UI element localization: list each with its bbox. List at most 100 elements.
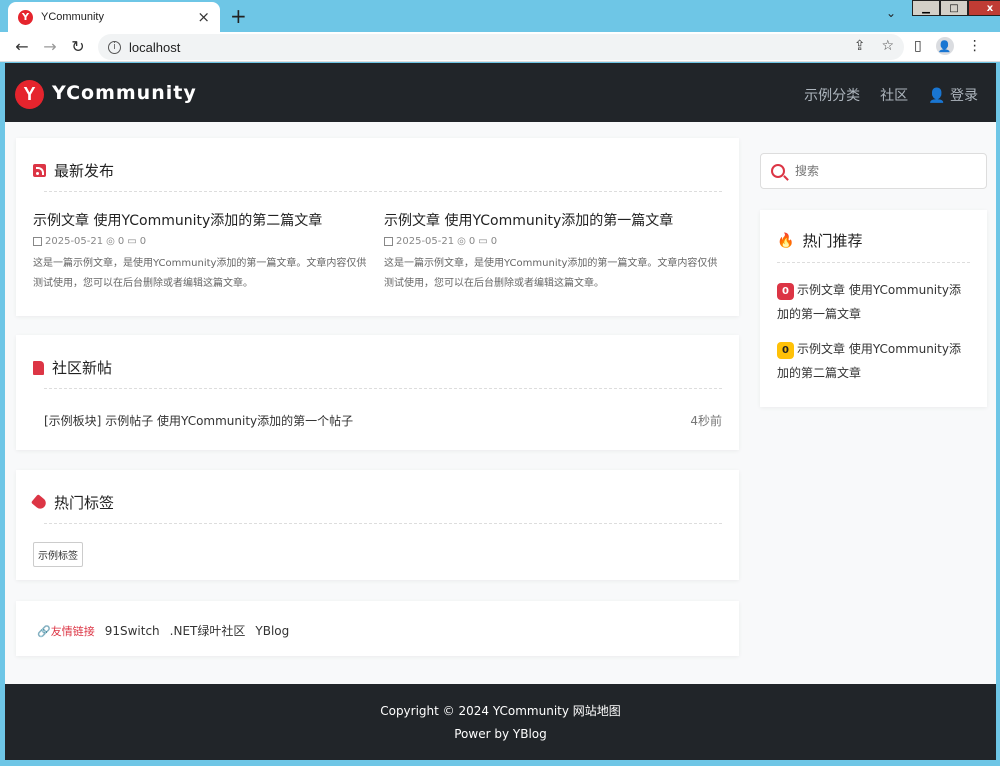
hot-title: 🔥 热门推荐 <box>777 230 862 251</box>
tags-title: 热门标签 <box>30 492 115 513</box>
article-item[interactable]: 示例文章 使用YCommunity添加的第一篇文章 2025-05-21 ◎ 0… <box>384 210 724 294</box>
links-label: 🔗友情链接 <box>37 623 95 639</box>
divider <box>44 523 722 524</box>
tab-title: YCommunity <box>41 11 104 23</box>
hot-item-title[interactable]: 示例文章 使用YCommunity添加的第二篇文章 <box>777 342 961 380</box>
article-desc: 这是一篇示例文章，是使用YCommunity添加的第一篇文章。文章内容仅供测试使… <box>33 258 367 289</box>
rank-badge: 0 <box>777 283 794 300</box>
eye-icon: ◎ <box>457 236 466 247</box>
address-bar[interactable]: i localhost ⇪ ☆ <box>98 34 904 60</box>
divider <box>777 262 970 263</box>
back-icon[interactable]: ← <box>8 37 36 56</box>
site-header: Y YCommunity 示例分类 社区 👤 登录 <box>5 63 996 122</box>
links-row: 🔗友情链接 91Switch .NET绿叶社区 YBlog <box>37 622 289 639</box>
article-title[interactable]: 示例文章 使用YCommunity添加的第一篇文章 <box>384 210 724 230</box>
new-tab-icon[interactable]: + <box>230 4 247 28</box>
post-time: 4秒前 <box>690 414 722 428</box>
tags-card: 热门标签 示例标签 <box>16 470 739 580</box>
article-views: 0 <box>117 236 125 247</box>
latest-card: 最新发布 示例文章 使用YCommunity添加的第二篇文章 2025-05-2… <box>16 138 739 316</box>
calendar-icon <box>33 237 42 246</box>
article-comments: 0 <box>490 236 498 247</box>
article-date: 2025-05-21 <box>45 236 104 247</box>
nav-item-category[interactable]: 示例分类 <box>804 85 860 105</box>
bookmark-star-icon[interactable]: ☆ <box>881 38 894 54</box>
friend-link[interactable]: YBlog <box>255 624 289 638</box>
article-title[interactable]: 示例文章 使用YCommunity添加的第二篇文章 <box>33 210 373 230</box>
article-date: 2025-05-21 <box>396 236 455 247</box>
calendar-icon <box>384 237 393 246</box>
site-info-icon[interactable]: i <box>108 40 121 54</box>
tags-title-text: 热门标签 <box>54 494 115 512</box>
post-title[interactable]: 示例帖子 使用YCommunity添加的第一个帖子 <box>105 414 353 428</box>
favicon-icon: Y <box>18 9 33 25</box>
tab-search-chevron-icon[interactable]: ⌄ <box>886 6 896 20</box>
fire-icon: 🔥 <box>777 232 795 249</box>
community-card: 社区新帖 [示例板块] 示例帖子 使用YCommunity添加的第一个帖子 4秒… <box>16 335 739 450</box>
rss-icon <box>33 164 46 177</box>
divider <box>44 191 722 192</box>
close-tab-icon[interactable]: × <box>197 8 210 26</box>
search-input[interactable] <box>795 164 965 178</box>
minimize-icon[interactable]: ▁ <box>912 0 940 16</box>
reload-icon[interactable]: ↻ <box>64 37 92 56</box>
browser-menu-icon[interactable]: ⋮ <box>968 38 982 54</box>
friend-link[interactable]: .NET绿叶社区 <box>170 622 246 639</box>
comment-icon: ▭ <box>478 236 488 247</box>
hot-card: 🔥 热门推荐 0 示例文章 使用YCommunity添加的第一篇文章 0 示例文章 … <box>760 210 987 407</box>
comment-icon: ▭ <box>127 236 137 247</box>
maximize-icon[interactable]: □ <box>940 0 968 16</box>
nav-item-login[interactable]: 👤 登录 <box>928 85 978 105</box>
window-controls: ▁ □ x <box>912 0 1000 16</box>
browser-window: Y YCommunity × + ⌄ ▁ □ x ← → ↻ i localho… <box>0 0 1000 766</box>
browser-tab[interactable]: Y YCommunity × <box>8 2 220 32</box>
tab-strip: Y YCommunity × + ⌄ ▁ □ x <box>0 0 1000 32</box>
post-board[interactable]: [示例板块] <box>44 414 101 428</box>
hot-item-title[interactable]: 示例文章 使用YCommunity添加的第一篇文章 <box>777 283 961 321</box>
logo-icon[interactable]: Y <box>15 80 44 109</box>
forward-icon[interactable]: → <box>36 37 64 56</box>
article-meta: 2025-05-21 ◎ 0 ▭ 0 <box>33 236 373 247</box>
search-icon[interactable] <box>771 164 785 178</box>
search-box[interactable] <box>760 153 987 189</box>
login-label: 登录 <box>950 88 978 104</box>
links-label-text: 友情链接 <box>50 624 95 638</box>
side-panel-icon[interactable]: ▯ <box>914 38 922 54</box>
url-text: localhost <box>129 39 181 55</box>
file-icon <box>33 360 44 375</box>
tag-chip[interactable]: 示例标签 <box>33 542 83 567</box>
footer-copyright[interactable]: Copyright © 2024 YCommunity 网站地图 <box>5 702 996 719</box>
list-item[interactable]: 0 示例文章 使用YCommunity添加的第二篇文章 <box>777 337 967 385</box>
article-comments: 0 <box>139 236 147 247</box>
links-card: 🔗友情链接 91Switch .NET绿叶社区 YBlog <box>16 601 739 656</box>
list-item[interactable]: 0 示例文章 使用YCommunity添加的第一篇文章 <box>777 278 967 326</box>
community-title-text: 社区新帖 <box>52 359 113 377</box>
site-brand[interactable]: YCommunity <box>52 82 197 104</box>
article-meta: 2025-05-21 ◎ 0 ▭ 0 <box>384 236 724 247</box>
rank-badge: 0 <box>777 342 794 359</box>
close-window-icon[interactable]: x <box>968 0 1000 16</box>
tag-icon <box>30 494 49 511</box>
page-viewport: Y YCommunity 示例分类 社区 👤 登录 最新发布 示例文章 使用YC… <box>5 63 996 760</box>
latest-title-text: 最新发布 <box>54 162 115 180</box>
eye-icon: ◎ <box>106 236 115 247</box>
profile-avatar-icon[interactable]: 👤 <box>935 37 954 55</box>
link-icon: 🔗 <box>37 624 51 638</box>
divider <box>44 388 722 389</box>
list-item[interactable]: [示例板块] 示例帖子 使用YCommunity添加的第一个帖子 4秒前 <box>44 412 722 429</box>
browser-toolbar: ← → ↻ i localhost ⇪ ☆ ▯ 👤 ⋮ <box>0 32 1000 62</box>
site-footer: Copyright © 2024 YCommunity 网站地图 Power b… <box>5 684 996 760</box>
article-desc: 这是一篇示例文章，是使用YCommunity添加的第一篇文章。文章内容仅供测试使… <box>384 258 718 289</box>
footer-powered[interactable]: Power by YBlog <box>5 727 996 741</box>
share-icon[interactable]: ⇪ <box>854 38 866 54</box>
hot-title-text: 热门推荐 <box>802 232 863 250</box>
friend-link[interactable]: 91Switch <box>105 624 160 638</box>
community-title: 社区新帖 <box>33 357 112 378</box>
article-views: 0 <box>468 236 476 247</box>
latest-title: 最新发布 <box>33 160 114 181</box>
user-icon: 👤 <box>928 88 946 104</box>
nav-item-community[interactable]: 社区 <box>880 85 908 105</box>
article-item[interactable]: 示例文章 使用YCommunity添加的第二篇文章 2025-05-21 ◎ 0… <box>33 210 373 294</box>
post-link[interactable]: [示例板块] 示例帖子 使用YCommunity添加的第一个帖子 <box>44 412 353 429</box>
site-nav: 示例分类 社区 👤 登录 <box>804 85 978 105</box>
